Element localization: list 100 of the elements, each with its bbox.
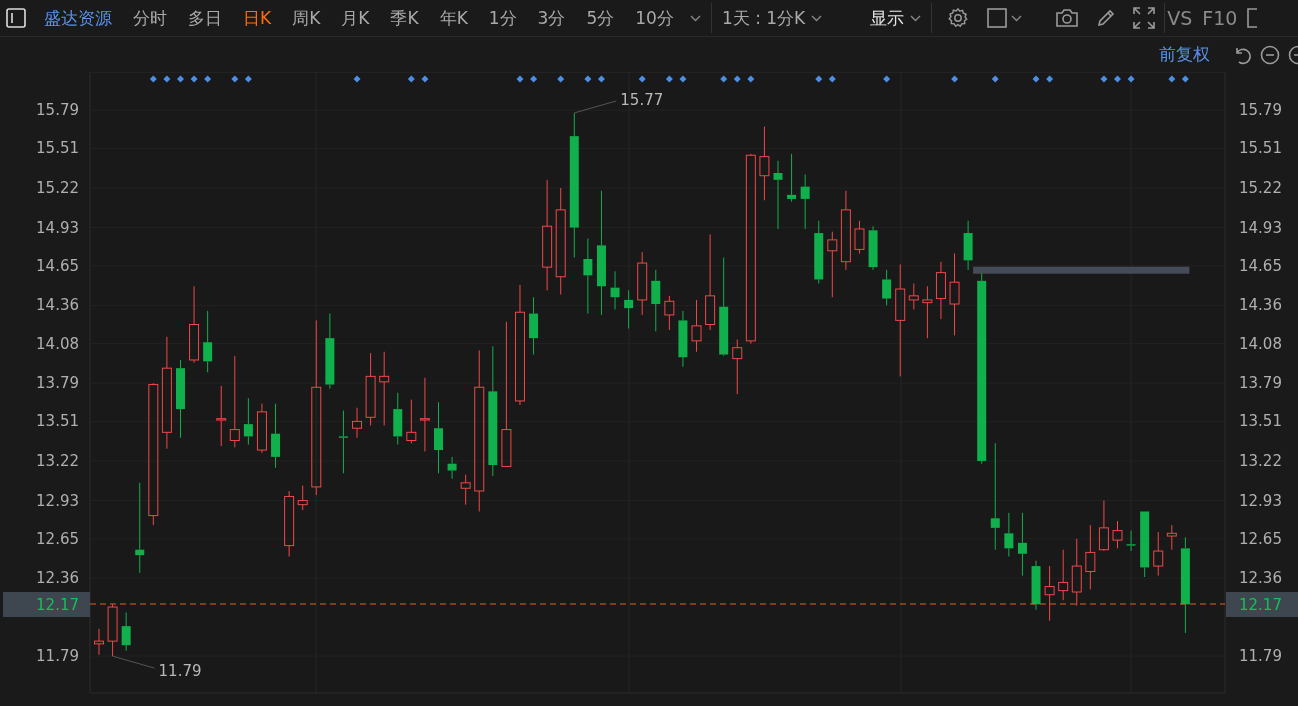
event-marker[interactable] bbox=[421, 75, 429, 83]
candle bbox=[1044, 565, 1055, 622]
candle bbox=[1166, 524, 1177, 551]
candle bbox=[868, 225, 878, 271]
event-marker[interactable] bbox=[516, 75, 524, 83]
candle bbox=[297, 485, 308, 511]
event-marker[interactable] bbox=[244, 75, 252, 83]
event-marker[interactable] bbox=[1114, 75, 1121, 83]
chevron-icon bbox=[1011, 14, 1023, 22]
price-tag: 12.17 bbox=[3, 592, 90, 617]
axis-label: 12.93 bbox=[1239, 491, 1282, 510]
event-marker[interactable] bbox=[190, 75, 198, 83]
period-tab[interactable]: 月K bbox=[332, 6, 379, 30]
event-marker[interactable] bbox=[1181, 75, 1189, 83]
chevron-icon bbox=[910, 14, 922, 22]
axis-label: 15.22 bbox=[36, 179, 79, 197]
f10-label[interactable]: F10 bbox=[1202, 7, 1238, 29]
candle bbox=[963, 220, 973, 271]
candle bbox=[1058, 549, 1069, 601]
sidebar-toggle-icon[interactable] bbox=[6, 8, 26, 28]
candle bbox=[908, 283, 919, 310]
stock-name: 盛达资源 bbox=[44, 6, 112, 30]
candle bbox=[94, 628, 104, 656]
candle bbox=[691, 299, 702, 353]
zoom-out-icon[interactable] bbox=[1260, 44, 1280, 65]
event-marker[interactable] bbox=[1100, 75, 1108, 83]
event-marker[interactable] bbox=[1046, 75, 1054, 83]
period-tab[interactable]: 1分 bbox=[479, 6, 526, 30]
candle bbox=[773, 160, 783, 230]
period-tab[interactable]: 日K bbox=[234, 6, 281, 30]
axis-label: 14.08 bbox=[1239, 334, 1282, 353]
event-marker[interactable] bbox=[149, 75, 157, 83]
event-marker[interactable] bbox=[665, 75, 673, 83]
period-tab[interactable]: 多日 bbox=[179, 6, 231, 30]
display-menu[interactable]: 显示 bbox=[866, 6, 926, 30]
zoom-in-icon[interactable] bbox=[1288, 44, 1298, 65]
period-tab[interactable]: 分时 bbox=[124, 6, 176, 30]
event-marker[interactable] bbox=[204, 75, 212, 83]
period-tab[interactable]: 3分 bbox=[528, 6, 575, 30]
candle bbox=[393, 392, 403, 446]
axis-label: 14.65 bbox=[1239, 256, 1282, 275]
event-marker[interactable] bbox=[1032, 75, 1040, 83]
candle bbox=[922, 285, 933, 339]
candle bbox=[1004, 512, 1014, 557]
event-marker[interactable] bbox=[638, 75, 646, 83]
event-marker[interactable] bbox=[584, 75, 592, 83]
event-marker[interactable] bbox=[1168, 75, 1176, 83]
candle bbox=[216, 385, 227, 447]
more-button[interactable] bbox=[689, 14, 701, 22]
candle bbox=[447, 456, 457, 480]
pencil-icon[interactable] bbox=[1096, 8, 1117, 28]
fullscreen-icon[interactable] bbox=[1133, 7, 1156, 29]
candle bbox=[352, 407, 362, 439]
axis-label: 15.79 bbox=[36, 101, 79, 120]
camera-icon[interactable] bbox=[1055, 8, 1080, 28]
candle bbox=[1098, 500, 1109, 552]
period-tab[interactable]: 10分 bbox=[626, 6, 683, 30]
period-tab[interactable]: 年K bbox=[430, 6, 477, 30]
event-marker[interactable] bbox=[679, 75, 687, 83]
event-marker[interactable] bbox=[353, 75, 361, 83]
vs-label[interactable]: VS bbox=[1167, 7, 1193, 29]
axis-label: 13.51 bbox=[36, 412, 79, 431]
candle bbox=[1071, 538, 1082, 607]
event-marker[interactable] bbox=[177, 75, 184, 83]
period-tab[interactable]: 季K bbox=[381, 6, 428, 30]
event-marker[interactable] bbox=[557, 75, 565, 83]
extreme-label: 11.79 bbox=[158, 662, 202, 681]
event-marker[interactable] bbox=[828, 75, 836, 83]
candle bbox=[1140, 511, 1150, 578]
event-marker[interactable] bbox=[747, 75, 755, 83]
event-marker[interactable] bbox=[720, 75, 728, 83]
event-marker[interactable] bbox=[991, 75, 999, 83]
event-marker[interactable] bbox=[407, 75, 415, 83]
period-tab[interactable]: 5分 bbox=[577, 6, 624, 30]
candle bbox=[256, 403, 267, 454]
event-marker[interactable] bbox=[1127, 75, 1135, 83]
axis-label: 13.22 bbox=[36, 452, 79, 470]
candle bbox=[610, 270, 620, 310]
event-marker[interactable] bbox=[530, 75, 538, 83]
adjust-button[interactable]: 前复权 bbox=[1159, 43, 1210, 66]
settings-icon[interactable] bbox=[947, 7, 970, 29]
period-tab[interactable]: 周K bbox=[283, 6, 330, 30]
event-marker[interactable] bbox=[883, 75, 891, 83]
axis-label: 13.51 bbox=[1239, 412, 1282, 431]
axis-label: 14.08 bbox=[36, 334, 79, 353]
event-marker[interactable] bbox=[597, 75, 605, 83]
axis-label: 11.79 bbox=[36, 647, 79, 666]
leader-line bbox=[573, 100, 617, 114]
event-marker[interactable] bbox=[951, 75, 959, 83]
event-marker[interactable] bbox=[733, 75, 741, 83]
event-marker[interactable] bbox=[231, 75, 239, 83]
period-select[interactable]: 1天 : 1分K bbox=[717, 6, 827, 30]
axis-label: 15.51 bbox=[36, 139, 79, 158]
candle bbox=[1031, 560, 1041, 611]
candle bbox=[338, 410, 348, 474]
axis-label: 15.51 bbox=[1239, 139, 1282, 158]
candle bbox=[107, 603, 118, 657]
event-marker[interactable] bbox=[815, 75, 823, 83]
candle bbox=[243, 397, 253, 446]
event-marker[interactable] bbox=[163, 75, 171, 83]
